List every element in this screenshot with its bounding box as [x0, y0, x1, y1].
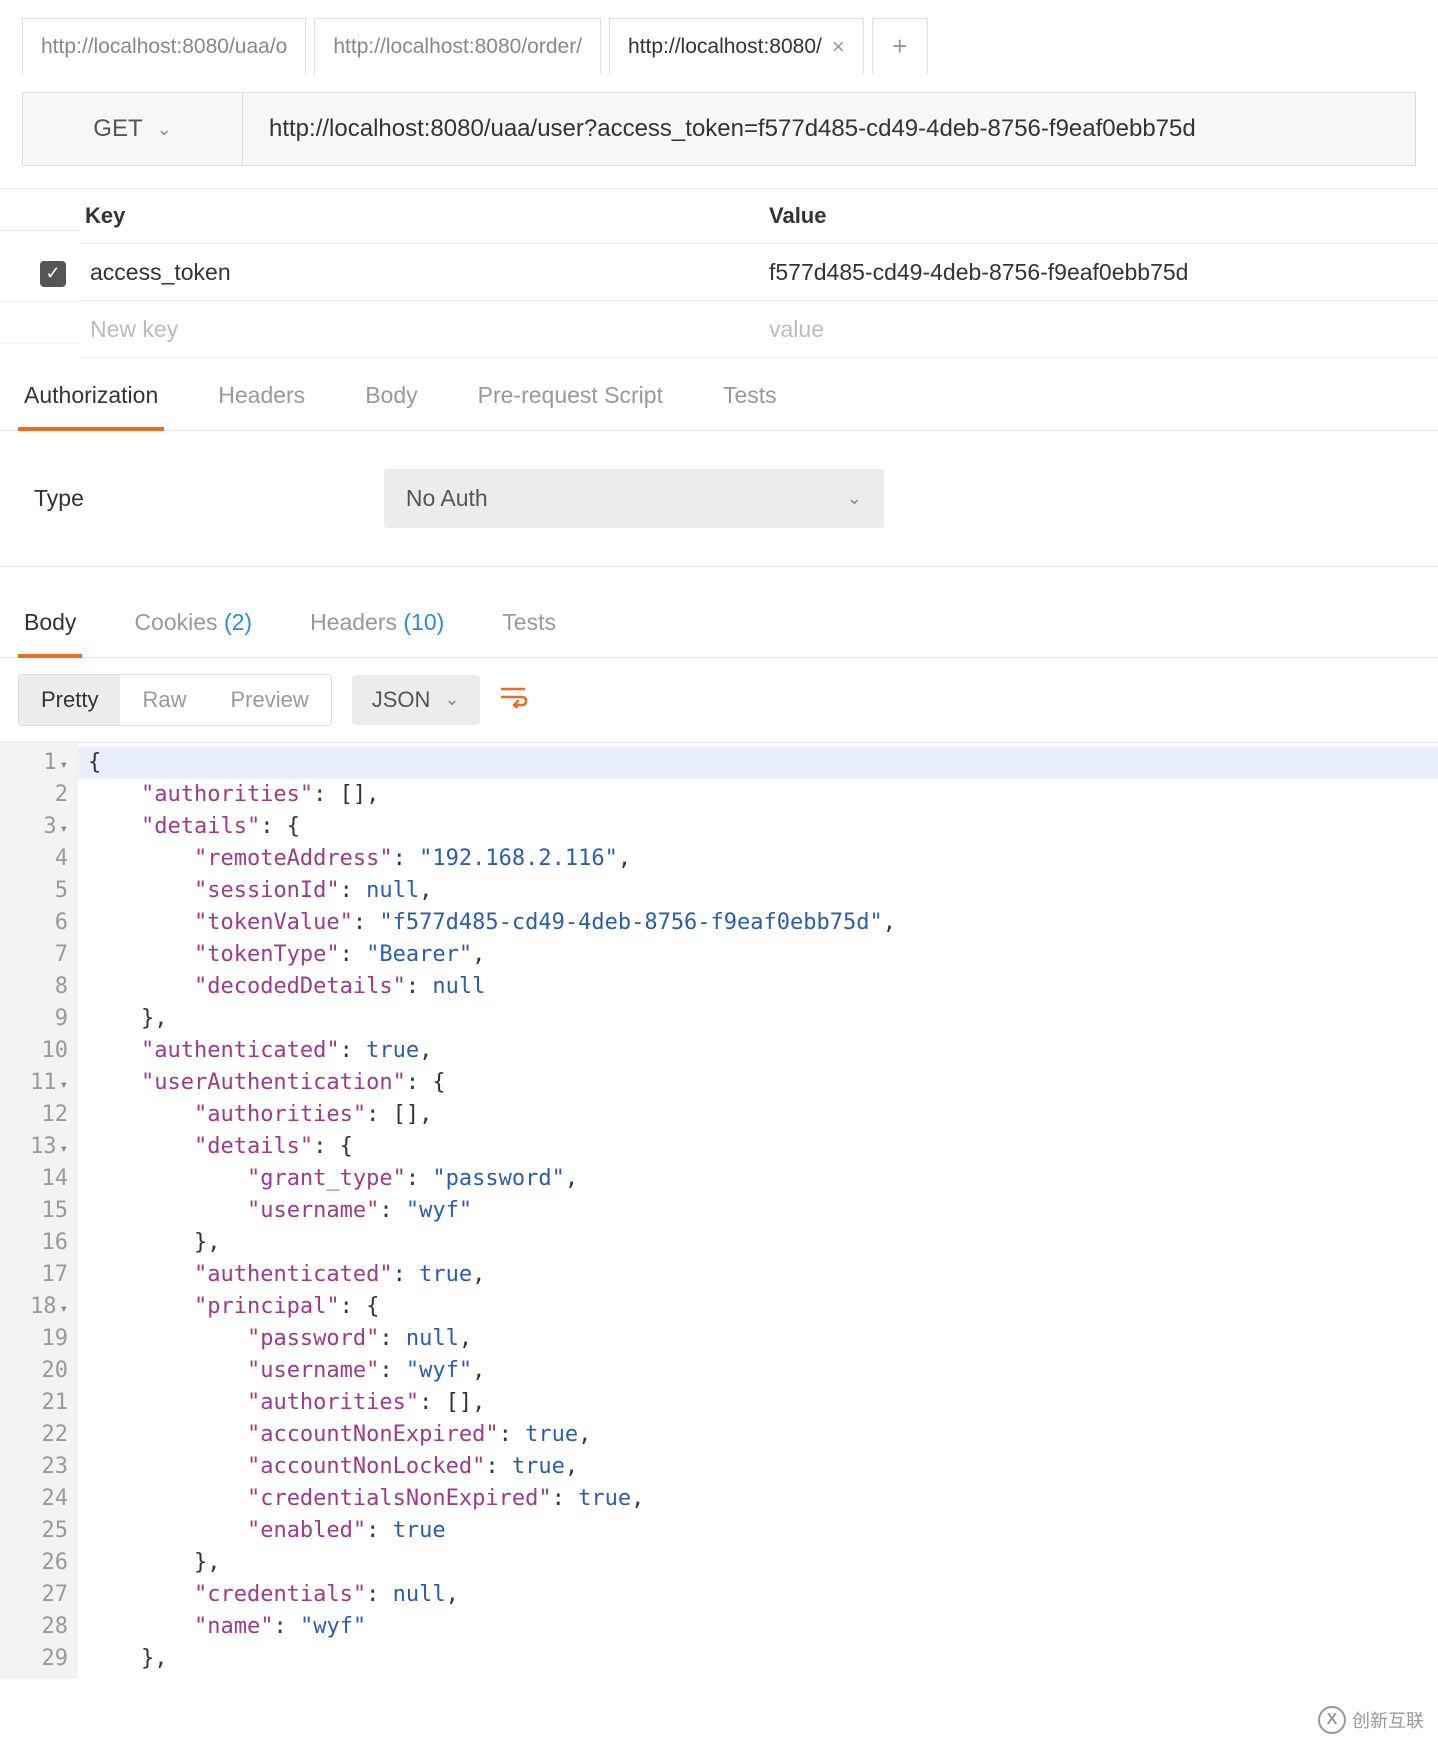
- watermark-text: 创新互联: [1352, 1707, 1424, 1733]
- auth-type-label: Type: [34, 485, 84, 512]
- line-gutter: 1▾23▾4567891011▾1213▾1415161718▾19202122…: [0, 743, 78, 1679]
- request-tab-active[interactable]: http://localhost:8080/ ×: [609, 18, 864, 74]
- close-icon[interactable]: ×: [832, 34, 845, 60]
- method-label: GET: [93, 115, 142, 143]
- param-new-key[interactable]: New key: [80, 302, 759, 358]
- tab-authorization[interactable]: Authorization: [18, 364, 164, 431]
- request-tab[interactable]: http://localhost:8080/uaa/o: [22, 18, 306, 74]
- col-value: Value: [759, 189, 1438, 244]
- url-input[interactable]: [243, 93, 1415, 165]
- request-sub-tabs: Authorization Headers Body Pre-request S…: [0, 364, 1438, 431]
- tab-label: http://localhost:8080/uaa/o: [41, 35, 287, 59]
- mode-preview[interactable]: Preview: [208, 675, 330, 725]
- format-select[interactable]: JSON ⌄: [352, 675, 480, 725]
- response-tabs: Body Cookies (2) Headers (10) Tests: [0, 591, 1438, 658]
- param-value[interactable]: f577d485-cd49-4deb-8756-f9eaf0ebb75d: [759, 245, 1438, 301]
- watermark-logo-icon: X: [1318, 1706, 1346, 1734]
- add-tab-button[interactable]: +: [872, 18, 928, 74]
- request-row: GET ⌄: [22, 92, 1416, 166]
- resp-tab-body[interactable]: Body: [18, 591, 82, 658]
- response-body: 1▾23▾4567891011▾1213▾1415161718▾19202122…: [0, 742, 1438, 1679]
- checkbox-checked-icon[interactable]: ✓: [40, 261, 66, 287]
- tab-label: http://localhost:8080/: [628, 35, 822, 59]
- mode-pretty[interactable]: Pretty: [19, 675, 120, 725]
- tab-tests[interactable]: Tests: [717, 364, 783, 430]
- param-key[interactable]: access_token: [80, 245, 759, 301]
- params-table: Key Value ✓ access_token f577d485-cd49-4…: [0, 188, 1438, 358]
- tab-prerequest[interactable]: Pre-request Script: [472, 364, 669, 430]
- authorization-panel: Type No Auth ⌄: [0, 431, 1438, 567]
- param-new-value[interactable]: value: [759, 302, 1438, 358]
- mode-raw[interactable]: Raw: [120, 675, 208, 725]
- auth-selected: No Auth: [406, 485, 488, 512]
- params-header: Key Value: [0, 189, 1438, 244]
- col-key: Key: [80, 189, 759, 244]
- chevron-down-icon: ⌄: [444, 689, 459, 710]
- chevron-down-icon: ⌄: [847, 488, 862, 509]
- chevron-down-icon: ⌄: [157, 119, 172, 140]
- tab-body[interactable]: Body: [359, 364, 423, 430]
- http-method-select[interactable]: GET ⌄: [23, 93, 243, 165]
- watermark: X 创新互联: [1318, 1706, 1424, 1734]
- request-tab[interactable]: http://localhost:8080/order/: [314, 18, 601, 74]
- resp-tab-headers[interactable]: Headers (10): [304, 591, 450, 657]
- resp-tab-tests[interactable]: Tests: [496, 591, 562, 657]
- code-content[interactable]: { "authorities": [], "details": { "remot…: [78, 743, 1438, 1679]
- param-row-new[interactable]: New key value: [0, 302, 1438, 358]
- plus-icon: +: [892, 31, 907, 62]
- param-row[interactable]: ✓ access_token f577d485-cd49-4deb-8756-f…: [0, 244, 1438, 302]
- resp-tab-cookies[interactable]: Cookies (2): [128, 591, 258, 657]
- tab-label: http://localhost:8080/order/: [333, 35, 582, 59]
- auth-type-select[interactable]: No Auth ⌄: [384, 469, 884, 528]
- request-tabs-bar: http://localhost:8080/uaa/o http://local…: [0, 0, 1438, 74]
- wrap-lines-icon[interactable]: [500, 684, 528, 715]
- view-mode-group: Pretty Raw Preview: [18, 674, 332, 726]
- tab-headers[interactable]: Headers: [212, 364, 311, 430]
- body-toolbar: Pretty Raw Preview JSON ⌄: [0, 658, 1438, 742]
